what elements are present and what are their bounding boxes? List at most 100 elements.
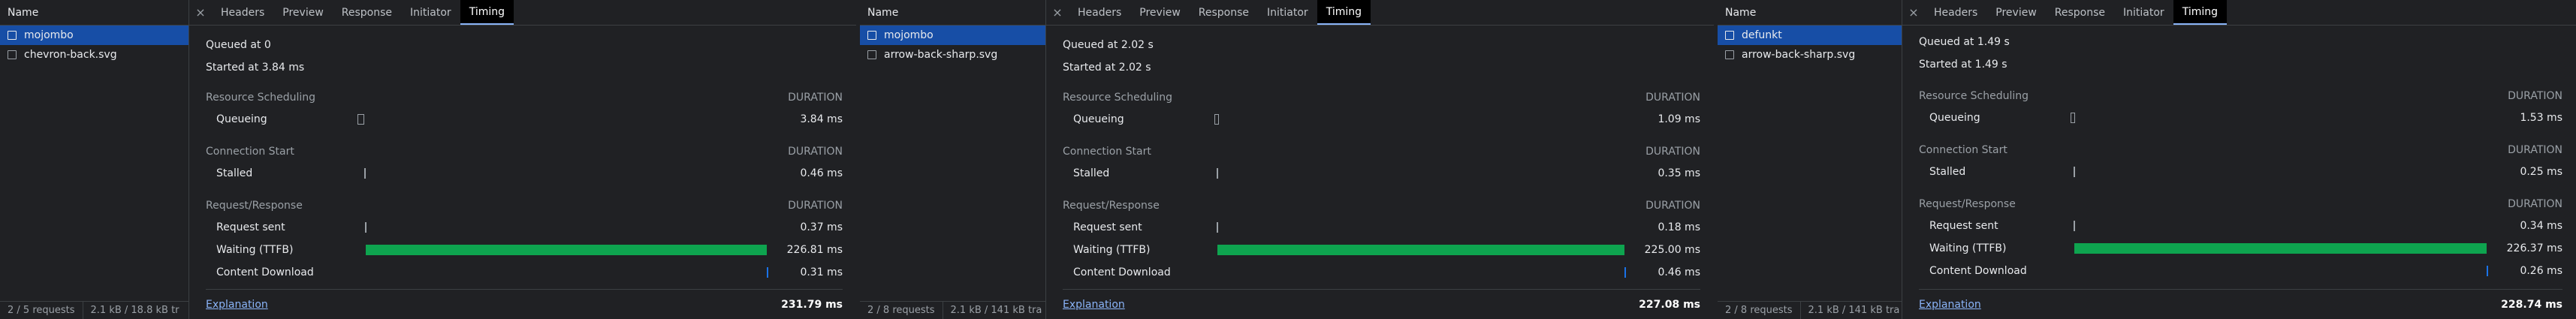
stalled-bar	[1216, 168, 1218, 179]
network-panel-3: Name defunkt arrow-back-sharp.svg 2 / 8 …	[1718, 0, 2576, 319]
tab-initiator[interactable]: Initiator	[401, 0, 460, 25]
list-item[interactable]: arrow-back-sharp.svg	[860, 45, 1045, 65]
explanation-link[interactable]: Explanation	[1919, 299, 1981, 311]
checkbox-icon[interactable]	[8, 50, 17, 59]
timing-row-content-download: Content Download 0.31 ms	[216, 264, 843, 281]
row-label: Waiting (TTFB)	[216, 244, 294, 256]
request-name: arrow-back-sharp.svg	[884, 49, 998, 61]
bar-area	[357, 222, 768, 233]
tab-timing[interactable]: Timing	[2173, 0, 2228, 25]
transfer-size: 2.1 kB / 141 kB tra	[1799, 302, 1902, 319]
checkbox-icon[interactable]	[867, 50, 876, 59]
section-connection-start: Connection Start DURATION Stalled 0.35 ms	[1063, 146, 1700, 179]
list-item[interactable]: arrow-back-sharp.svg	[1718, 45, 1902, 65]
row-label: Queueing	[216, 113, 267, 125]
bar-area	[357, 168, 768, 179]
tab-response[interactable]: Response	[1190, 0, 1258, 25]
content-download-bar	[1624, 267, 1626, 278]
duration-header: DURATION	[2508, 144, 2562, 156]
bar-area	[2071, 221, 2487, 231]
detail-tabs: × Headers Preview Response Initiator Tim…	[1902, 0, 2576, 26]
tab-preview[interactable]: Preview	[273, 0, 333, 25]
row-duration: 0.46 ms	[1658, 266, 1700, 278]
tab-timing[interactable]: Timing	[460, 0, 514, 25]
close-icon[interactable]: ×	[189, 0, 212, 25]
name-column-header[interactable]: Name	[860, 0, 1045, 26]
timing-footer: Explanation 227.08 ms	[1063, 289, 1700, 319]
explanation-link[interactable]: Explanation	[1063, 299, 1125, 311]
list-item[interactable]: defunkt	[1718, 26, 1902, 45]
checkbox-icon[interactable]	[1725, 31, 1734, 40]
tab-initiator[interactable]: Initiator	[1258, 0, 1317, 25]
row-label: Waiting (TTFB)	[1929, 242, 2007, 254]
list-item[interactable]: mojombo	[860, 26, 1045, 45]
section-resource-scheduling: Resource Scheduling DURATION Queueing 3.8…	[206, 92, 843, 125]
checkbox-icon[interactable]	[867, 31, 876, 40]
row-label: Content Download	[216, 266, 314, 278]
row-label: Content Download	[1073, 266, 1171, 278]
section-resource-scheduling: Resource Scheduling DURATION Queueing 1.0…	[1063, 92, 1700, 125]
row-label: Waiting (TTFB)	[1073, 244, 1151, 256]
transfer-size: 2.1 kB / 141 kB tra	[942, 302, 1045, 319]
tab-headers[interactable]: Headers	[1069, 0, 1130, 25]
checkbox-icon[interactable]	[8, 31, 17, 40]
timing-row-content-download: Content Download 0.46 ms	[1073, 264, 1700, 281]
request-name: chevron-back.svg	[24, 49, 117, 61]
close-icon[interactable]: ×	[1902, 0, 1925, 25]
section-connection-start: Connection Start DURATION Stalled 0.46 ms	[206, 146, 843, 179]
request-name: mojombo	[24, 29, 74, 41]
section-request-response: Request/Response DURATION Request sent 0.…	[206, 200, 843, 278]
stalled-bar	[364, 168, 366, 179]
timing-footer: Explanation 231.79 ms	[206, 289, 843, 319]
timing-footer: Explanation 228.74 ms	[1919, 289, 2562, 319]
waiting-bar	[366, 245, 768, 255]
request-sent-bar	[1217, 222, 1219, 233]
status-bar: 2 / 8 requests 2.1 kB / 141 kB tra	[1718, 301, 1902, 319]
row-label: Stalled	[216, 167, 253, 179]
queued-at: Queued at 0	[206, 39, 271, 51]
checkbox-icon[interactable]	[1725, 50, 1734, 59]
status-bar: 2 / 5 requests 2.1 kB / 18.8 kB tr	[0, 301, 189, 319]
tab-timing[interactable]: Timing	[1317, 0, 1371, 25]
request-list: Name defunkt arrow-back-sharp.svg 2 / 8 …	[1718, 0, 1902, 319]
tab-preview[interactable]: Preview	[1130, 0, 1190, 25]
section-title: Resource Scheduling	[1919, 90, 2029, 102]
tab-headers[interactable]: Headers	[212, 0, 273, 25]
tab-response[interactable]: Response	[333, 0, 401, 25]
tab-headers[interactable]: Headers	[1925, 0, 1986, 25]
bar-area	[357, 245, 768, 255]
tab-initiator[interactable]: Initiator	[2114, 0, 2173, 25]
explanation-link[interactable]: Explanation	[206, 299, 268, 311]
timing-content: Queued at 1.49 s Started at 1.49 s Resou…	[1902, 26, 2576, 319]
row-duration: 226.37 ms	[2506, 242, 2562, 254]
bar-area	[1214, 168, 1625, 179]
timing-row-content-download: Content Download 0.26 ms	[1929, 263, 2562, 279]
total-duration: 228.74 ms	[2501, 298, 2562, 311]
row-duration: 0.31 ms	[800, 266, 843, 278]
timing-detail: × Headers Preview Response Initiator Tim…	[1046, 0, 1714, 319]
timing-row-waiting: Waiting (TTFB) 225.00 ms	[1073, 242, 1700, 258]
name-column-header[interactable]: Name	[0, 0, 189, 26]
timing-row-queueing: Queueing 3.84 ms	[216, 111, 843, 128]
tab-preview[interactable]: Preview	[1986, 0, 2046, 25]
timing-row-stalled: Stalled 0.46 ms	[216, 165, 843, 182]
bar-area	[2071, 113, 2487, 123]
section-title: Connection Start	[1919, 144, 2007, 156]
bar-area	[2071, 167, 2487, 177]
close-icon[interactable]: ×	[1046, 0, 1069, 25]
detail-tabs: × Headers Preview Response Initiator Tim…	[1046, 0, 1714, 26]
row-duration: 1.09 ms	[1658, 113, 1700, 125]
duration-header: DURATION	[1645, 92, 1700, 104]
transfer-size: 2.1 kB / 18.8 kB tr	[82, 302, 187, 319]
name-column-header[interactable]: Name	[1718, 0, 1902, 26]
content-download-bar	[2487, 266, 2489, 276]
detail-tabs: × Headers Preview Response Initiator Tim…	[189, 0, 856, 26]
timing-content: Queued at 0 Started at 3.84 ms Resource …	[189, 26, 856, 319]
row-duration: 0.37 ms	[800, 221, 843, 233]
bar-area	[2071, 243, 2487, 254]
stalled-bar	[2073, 167, 2075, 177]
list-item[interactable]: chevron-back.svg	[0, 45, 189, 65]
list-item[interactable]: mojombo	[0, 26, 189, 45]
timing-row-request-sent: Request sent 0.18 ms	[1073, 219, 1700, 236]
tab-response[interactable]: Response	[2046, 0, 2114, 25]
